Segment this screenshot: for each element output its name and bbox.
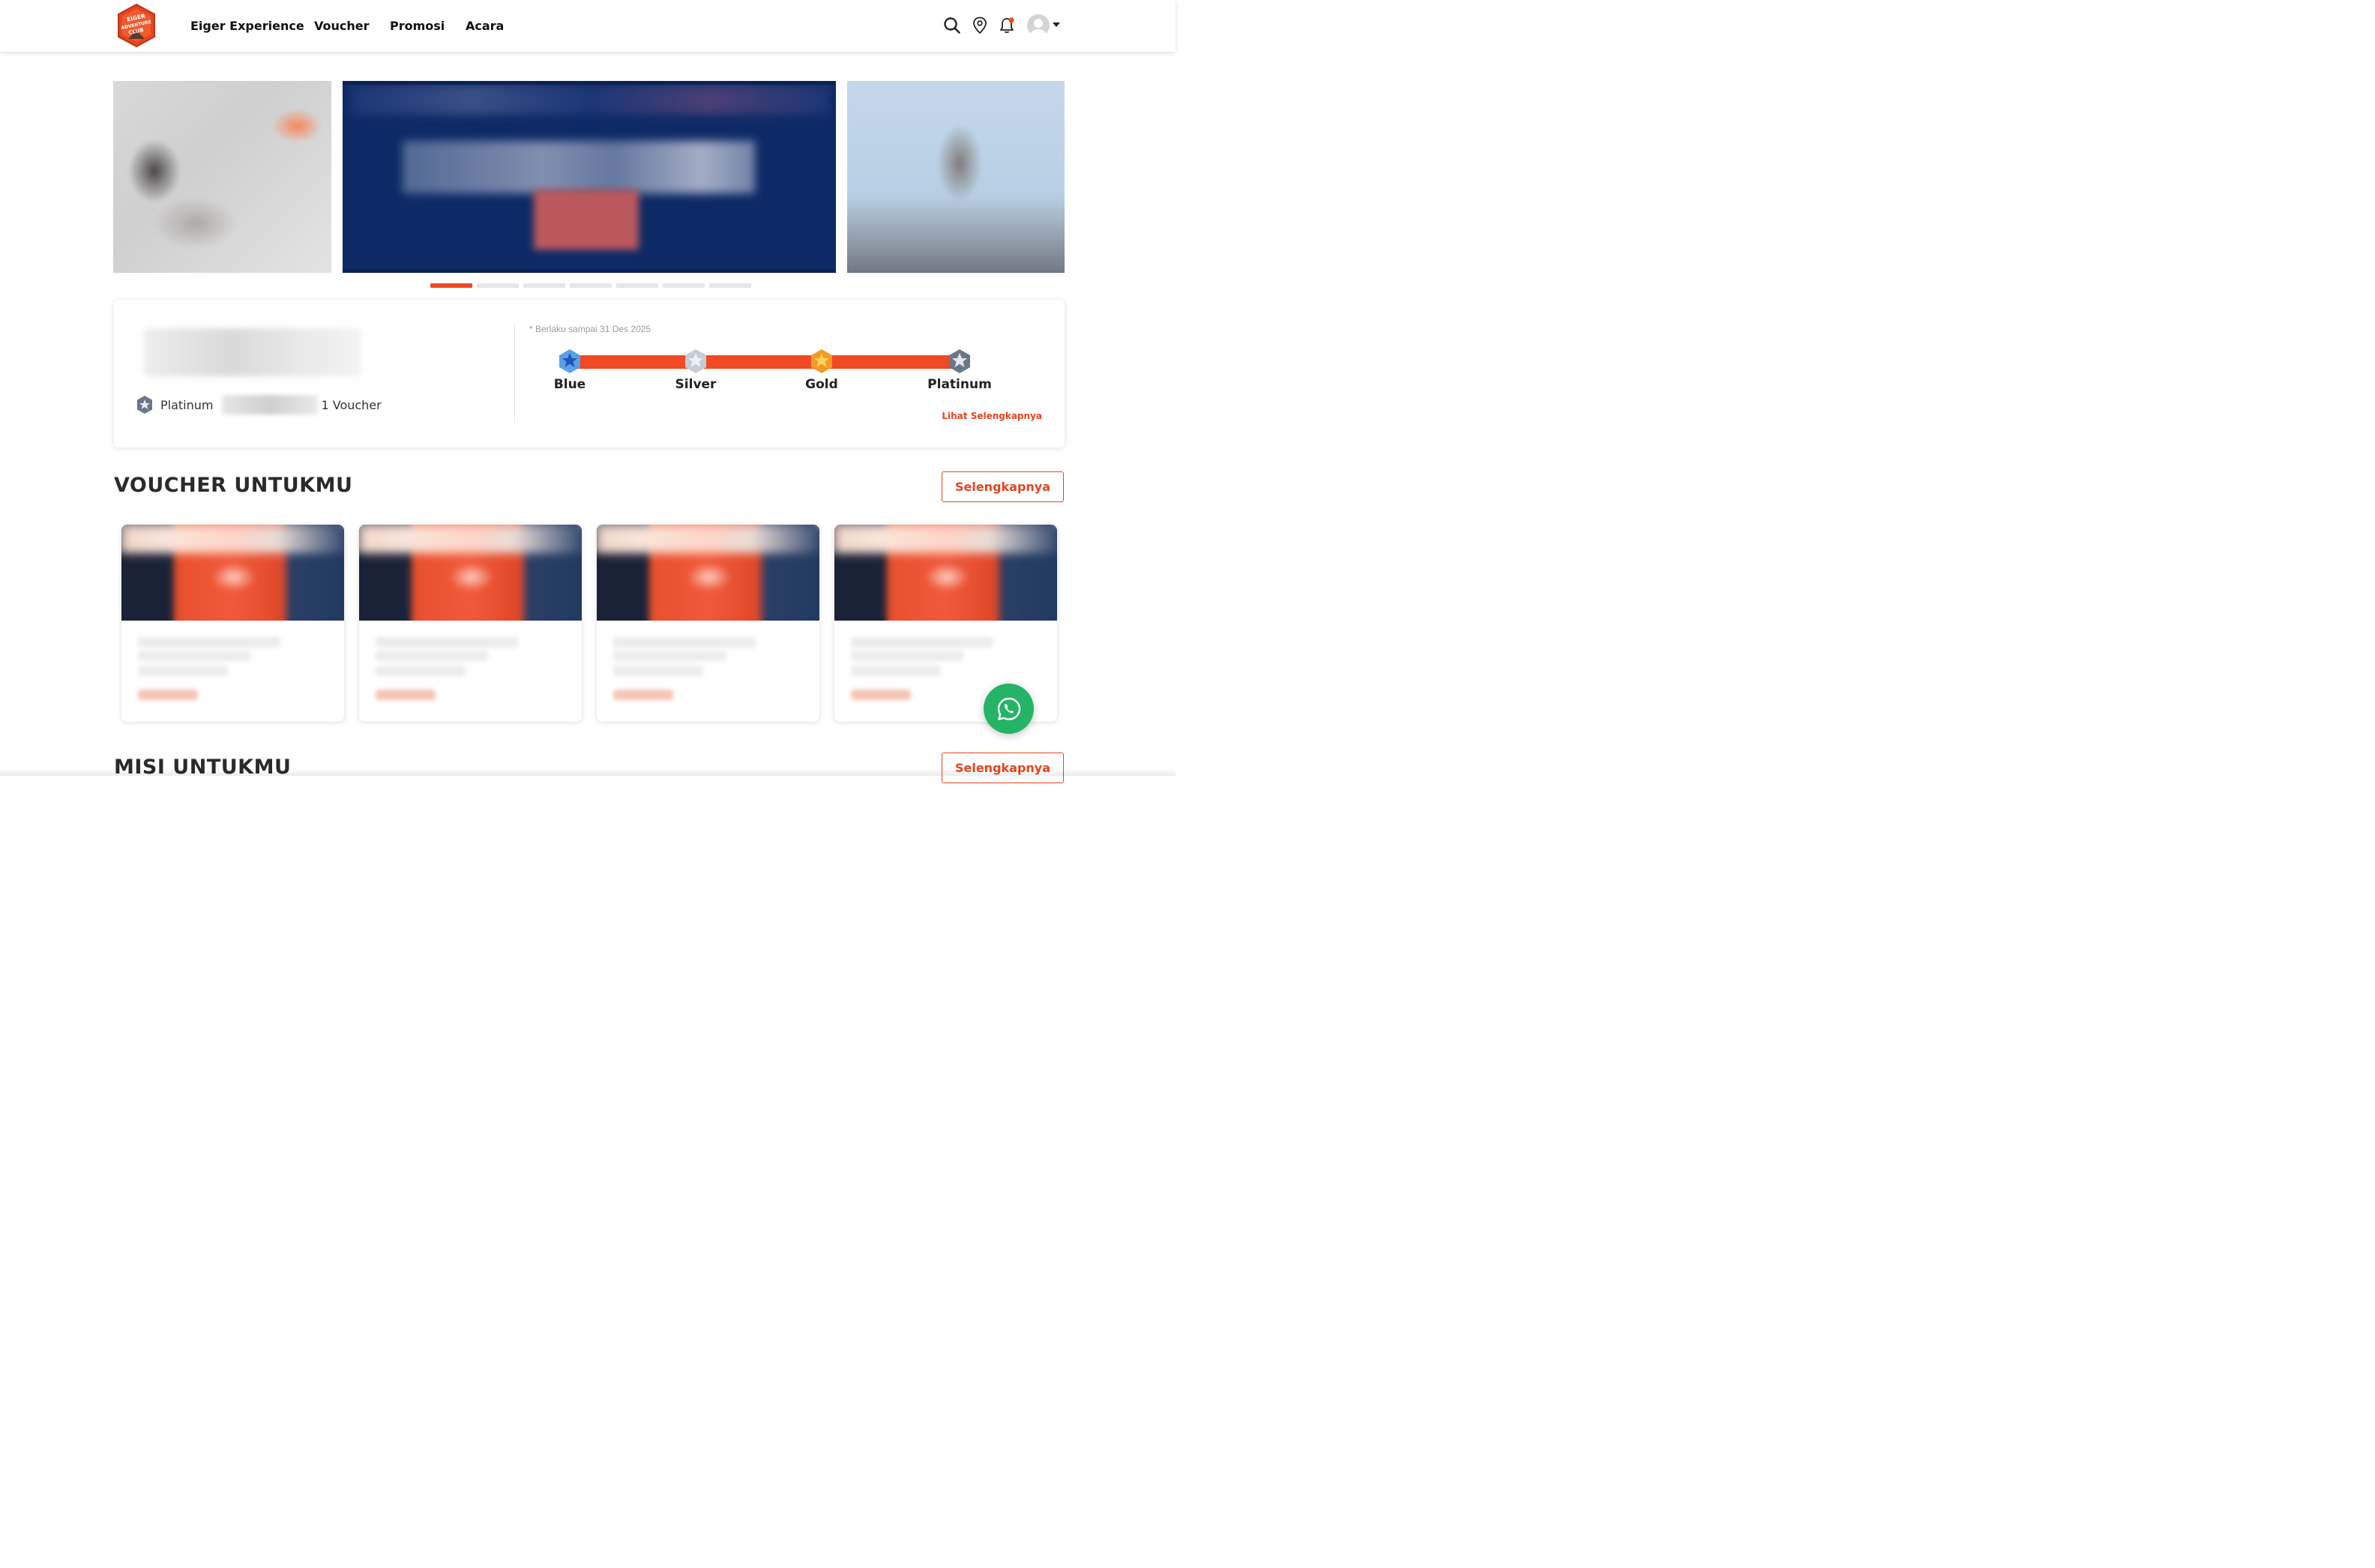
card-divider [514, 324, 515, 423]
banner-slide-next[interactable] [847, 81, 1065, 273]
carousel-dot[interactable] [523, 283, 565, 288]
whatsapp-button[interactable] [984, 684, 1034, 734]
carousel-dot[interactable] [430, 283, 472, 288]
tier-label-gold: Gold [805, 377, 838, 392]
member-voucher-count[interactable]: 1 Voucher [321, 398, 381, 412]
voucher-image [359, 525, 582, 621]
location-pin-icon[interactable] [970, 16, 990, 35]
validity-note: * Berlaku sampai 31 Des 2025 [529, 324, 651, 334]
bottom-scroll-shadow [0, 768, 1176, 776]
carousel-dot[interactable] [477, 283, 519, 288]
nav-acara[interactable]: Acara [466, 0, 504, 52]
tier-label-silver: Silver [675, 377, 717, 392]
caret-down-icon[interactable] [1053, 22, 1060, 27]
notification-dot [1008, 17, 1014, 23]
member-status-row: Platinum 1 Voucher [135, 393, 382, 416]
top-navigation-bar: EIGER ADVENTURE CLUB Eiger Experience Vo… [0, 0, 1176, 52]
voucher-see-more-button[interactable]: Selengkapnya [942, 471, 1064, 502]
carousel-dot[interactable] [663, 283, 705, 288]
voucher-card[interactable] [359, 525, 582, 722]
tier-label-blue: Blue [553, 377, 586, 392]
voucher-image [597, 525, 819, 621]
search-icon[interactable] [942, 16, 962, 35]
carousel-dot[interactable] [616, 283, 658, 288]
gold-tier-badge-icon [811, 349, 832, 373]
tier-progress-bar [571, 355, 963, 369]
member-points-redacted [222, 395, 319, 414]
carousel-dot[interactable] [709, 283, 751, 288]
platinum-badge-icon [137, 396, 152, 414]
blue-tier-badge-icon [559, 349, 580, 373]
whatsapp-icon [997, 697, 1020, 720]
member-tier-label: Platinum [160, 397, 214, 412]
voucher-section-title: VOUCHER UNTUKMU [114, 474, 353, 497]
platinum-tier-badge-icon [949, 349, 970, 373]
avatar[interactable] [1027, 14, 1050, 37]
carousel-dot[interactable] [570, 283, 612, 288]
bell-icon[interactable] [997, 16, 1017, 35]
member-name-redacted [144, 328, 361, 376]
eiger-adventure-club-logo[interactable]: EIGER ADVENTURE CLUB [113, 3, 160, 49]
see-more-tier-link[interactable]: Lihat Selengkapnya [942, 411, 1042, 421]
carousel-pagination [430, 283, 751, 288]
voucher-image [834, 525, 1057, 621]
voucher-card[interactable] [121, 525, 344, 722]
nav-voucher[interactable]: Voucher [314, 0, 370, 52]
tier-label-platinum: Platinum [927, 377, 992, 392]
membership-card: Platinum 1 Voucher * Berlaku sampai 31 D… [114, 300, 1065, 447]
nav-promosi[interactable]: Promosi [390, 0, 445, 52]
nav-eiger-experience[interactable]: Eiger Experience [190, 0, 304, 52]
voucher-image [121, 525, 344, 621]
banner-slide-previous[interactable] [113, 81, 331, 273]
silver-tier-badge-icon [685, 349, 706, 373]
voucher-card[interactable] [597, 525, 819, 722]
banner-slide-active[interactable] [343, 81, 836, 273]
